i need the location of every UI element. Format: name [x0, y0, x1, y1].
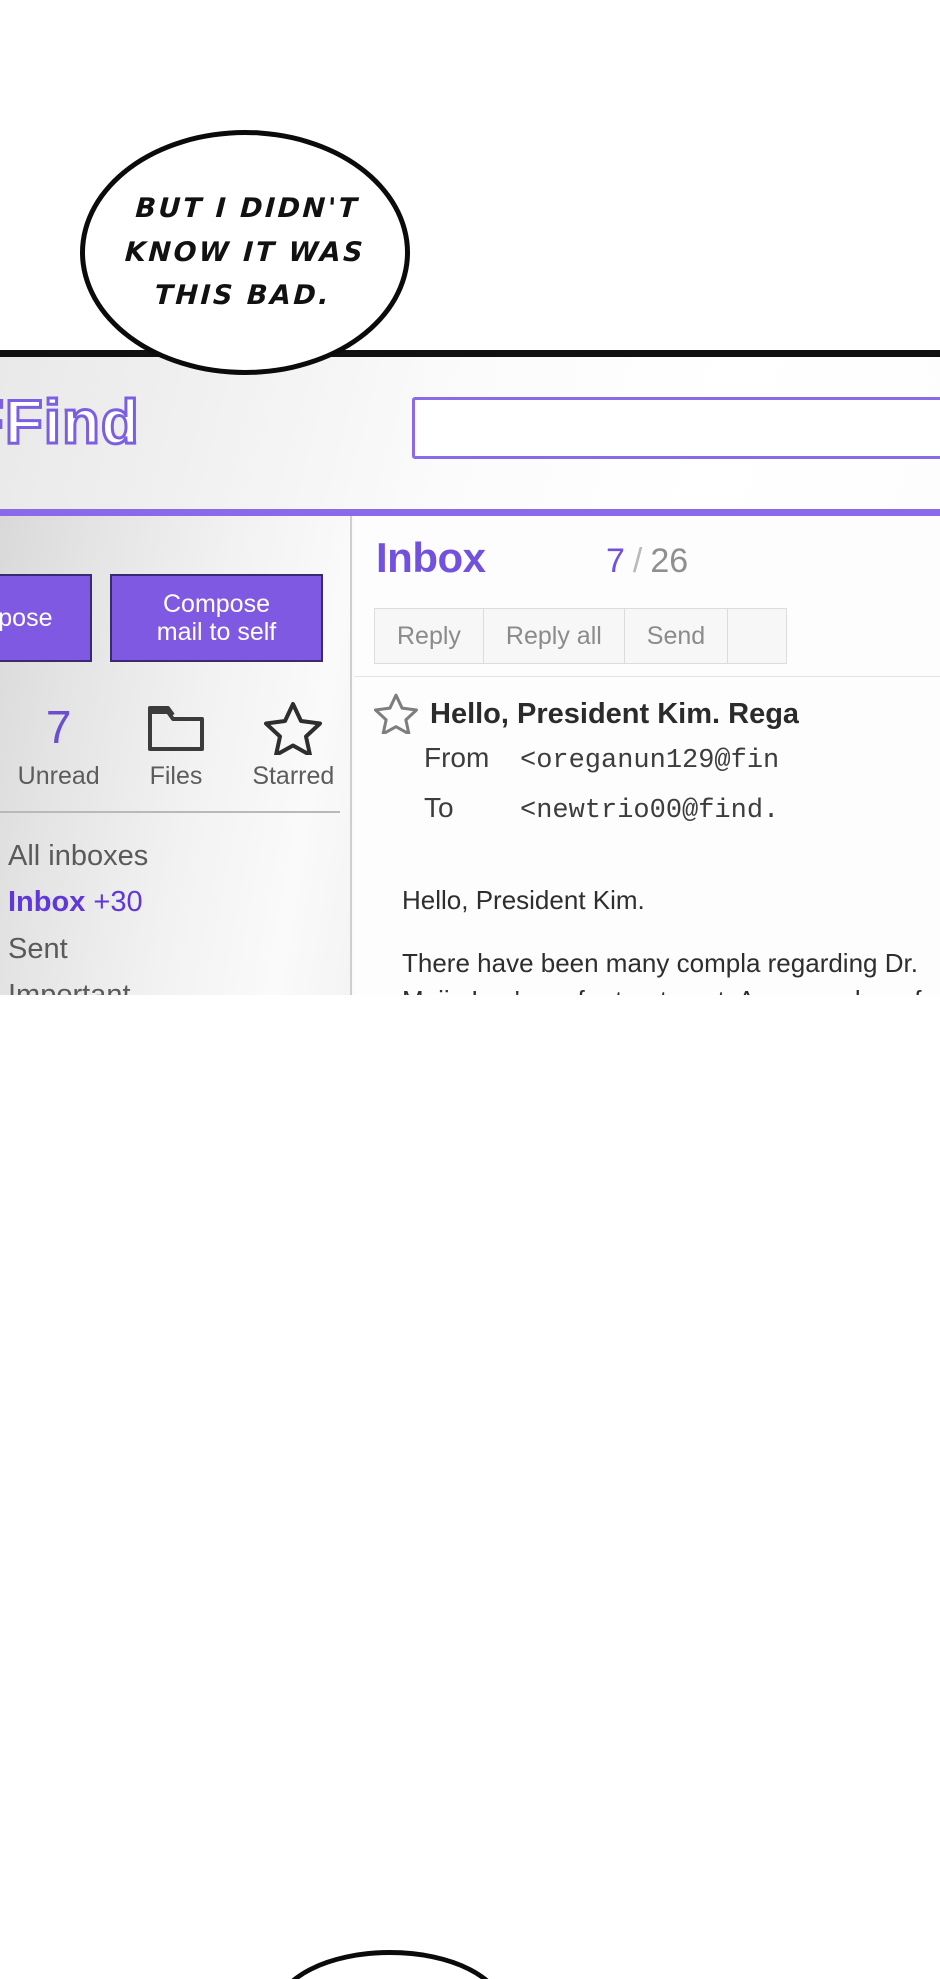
email-client-window: FFind Compose Compose mail to self — [0, 350, 940, 995]
app-body: Compose Compose mail to self 7 — [0, 516, 940, 995]
sidebar-item-label: Sent — [8, 932, 68, 965]
page-title: Inbox — [376, 534, 486, 581]
reply-all-button[interactable]: Reply all — [482, 608, 625, 664]
to-value: <newtrio00@find. — [520, 796, 780, 826]
sidebar-nav-list: All inboxes Inbox +30 Sent Important Dra… — [8, 833, 350, 995]
sidebar-stats-row: 7 Unread Files Starred — [0, 696, 350, 806]
main-panel: Inbox 7/26 Reply Reply all Send Hello, P… — [354, 516, 940, 995]
compose-button-label: Compose — [0, 604, 53, 632]
sidebar-item-all-inboxes[interactable]: All inboxes — [8, 833, 350, 879]
mail-subject-row: Hello, President Kim. Rega — [354, 686, 940, 742]
sidebar-item-label: Important — [8, 979, 131, 995]
speech-bubble: BUT I DIDN'T KNOW IT WAS THIS BAD. — [80, 130, 410, 375]
compose-self-label: Compose mail to self — [157, 590, 276, 646]
unread-count-figure: 7 — [7, 696, 111, 758]
mail-to-row: To <newtrio00@find. — [354, 792, 940, 842]
compose-self-line2: mail to self — [156, 618, 277, 646]
search-box[interactable] — [412, 397, 940, 459]
mail-body: Hello, President Kim. There have been ma… — [354, 864, 940, 995]
speech-bubble-line-3: THIS BAD. — [153, 280, 332, 312]
speech-bubble-next-panel — [275, 1950, 505, 1979]
stat-unread-label: Unread — [17, 762, 100, 790]
send-button[interactable]: Send — [623, 608, 729, 664]
from-label: From — [424, 742, 490, 773]
speech-bubble-line-2: KNOW IT WAS — [124, 236, 366, 268]
main-panel-header: Inbox 7/26 — [354, 516, 940, 612]
unread-count: 7 — [45, 701, 72, 753]
stat-unread[interactable]: 7 Unread — [7, 696, 111, 791]
reply-all-button-label: Reply all — [505, 621, 602, 650]
sidebar-item-badge: +30 — [93, 886, 143, 919]
mail-subject: Hello, President Kim. Rega — [430, 697, 800, 730]
search-input[interactable] — [415, 400, 940, 456]
star-icon — [241, 696, 345, 758]
sidebar-divider — [0, 811, 340, 813]
stat-starred[interactable]: Starred — [241, 696, 345, 791]
mail-from-row: From <oreganun129@fin — [354, 742, 940, 792]
compose-button-row: Compose Compose mail to self — [0, 574, 350, 662]
brand-logo-text: Find — [3, 387, 140, 459]
header-divider — [0, 509, 940, 516]
reply-button[interactable]: Reply — [374, 608, 484, 664]
sidebar-item-sent[interactable]: Sent — [8, 926, 350, 972]
mail-toolbar: Reply Reply all Send — [374, 608, 788, 664]
reply-button-label: Reply — [397, 621, 461, 650]
sidebar-item-label: Inbox — [8, 886, 86, 919]
from-value: <oreganun129@fin — [520, 746, 780, 776]
mail-header: Hello, President Kim. Rega From <oreganu… — [354, 686, 940, 842]
folder-icon — [124, 696, 228, 758]
more-button[interactable] — [727, 608, 788, 664]
compose-button[interactable]: Compose — [0, 574, 92, 662]
stat-starred-label: Starred — [252, 762, 335, 790]
inbox-counter: 7/26 — [606, 542, 688, 581]
compose-self-line1: Compose — [162, 590, 270, 618]
counter-total: 26 — [650, 542, 689, 580]
counter-current: 7 — [606, 542, 625, 580]
send-button-label: Send — [646, 621, 706, 650]
app-header: FFind — [0, 357, 940, 516]
sidebar-item-inbox[interactable]: Inbox +30 — [8, 879, 350, 925]
sidebar-item-label: All inboxes — [8, 840, 149, 872]
speech-bubble-line-1: BUT I DIDN'T — [134, 192, 361, 224]
star-icon[interactable] — [374, 692, 418, 736]
sidebar-item-important[interactable]: Important — [8, 972, 350, 995]
stat-files[interactable]: Files — [124, 696, 228, 791]
to-label: To — [424, 792, 454, 823]
compose-mail-to-self-button[interactable]: Compose mail to self — [110, 574, 323, 662]
mail-body-paragraph: There have been many compla regarding Dr… — [402, 947, 921, 995]
stat-files-label: Files — [149, 762, 203, 790]
sidebar: Compose Compose mail to self 7 — [0, 516, 352, 995]
comic-panel: FFind Compose Compose mail to self — [0, 0, 940, 1979]
speech-bubble-text: BUT I DIDN'T KNOW IT WAS THIS BAD. — [121, 187, 368, 318]
counter-separator: / — [632, 542, 643, 580]
toolbar-divider — [354, 676, 940, 677]
brand-logo: FFind — [0, 387, 140, 459]
mail-body-greeting: Hello, President Kim. — [402, 885, 645, 915]
